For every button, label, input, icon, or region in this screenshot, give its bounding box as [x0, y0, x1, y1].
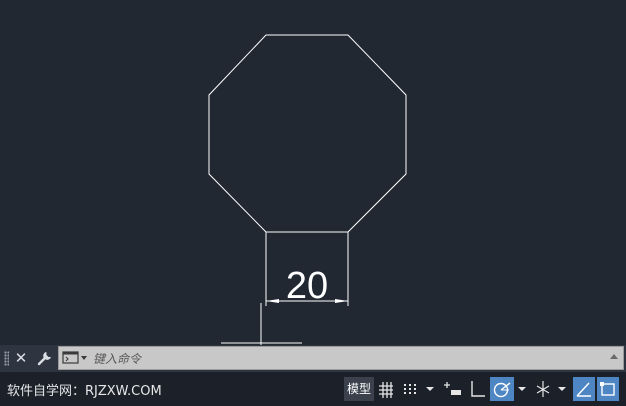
command-input-field[interactable]: [58, 346, 624, 370]
wrench-icon[interactable]: [36, 349, 54, 367]
isometric-drafting-button[interactable]: [532, 377, 554, 401]
snap-mode-button[interactable]: [400, 377, 422, 401]
dimension-text[interactable]: 20: [286, 265, 328, 307]
chevron-down-icon: [558, 387, 566, 391]
infer-constraints-icon: [444, 382, 461, 395]
dimension-arrow-left: [266, 299, 279, 303]
selection-cycling-button[interactable]: [597, 377, 619, 401]
ortho-mode-icon: [471, 381, 485, 397]
grid-button[interactable]: [376, 377, 396, 401]
snap-dropdown[interactable]: [424, 377, 436, 401]
ortho-mode-button[interactable]: [466, 377, 488, 401]
polar-tracking-icon: [493, 382, 511, 398]
octagon-shape[interactable]: [208, 34, 407, 233]
command-prompt-icon[interactable]: [62, 350, 88, 366]
isometric-dropdown[interactable]: [556, 377, 568, 401]
history-arrow-icon[interactable]: [609, 352, 619, 362]
snap-dots-icon: [404, 384, 416, 394]
command-line-bar: ✕: [0, 345, 626, 372]
chevron-down-icon: [518, 387, 526, 391]
grid-icon: [379, 382, 393, 398]
status-bar: 软件自学网：RJZXW.COM 模型: [0, 372, 626, 406]
drawing-svg: 20: [208, 34, 407, 345]
drawing-canvas[interactable]: 20: [0, 0, 626, 345]
dimension-arrow-right: [335, 299, 348, 303]
polar-tracking-button[interactable]: [490, 377, 514, 401]
infer-constraints-button[interactable]: [442, 377, 464, 401]
chevron-down-icon: [426, 387, 434, 391]
object-snap-tracking-icon: [576, 382, 591, 397]
selection-cycling-icon: [600, 382, 615, 396]
command-input[interactable]: [91, 348, 595, 370]
grip-handle[interactable]: [4, 351, 9, 366]
site-watermark-label: 软件自学网：RJZXW.COM: [7, 384, 162, 399]
object-snap-tracking-button[interactable]: [573, 377, 595, 401]
close-icon[interactable]: ✕: [13, 348, 29, 368]
model-space-button[interactable]: 模型: [344, 377, 374, 401]
isometric-drafting-icon: [536, 381, 550, 397]
polar-dropdown[interactable]: [516, 377, 528, 401]
